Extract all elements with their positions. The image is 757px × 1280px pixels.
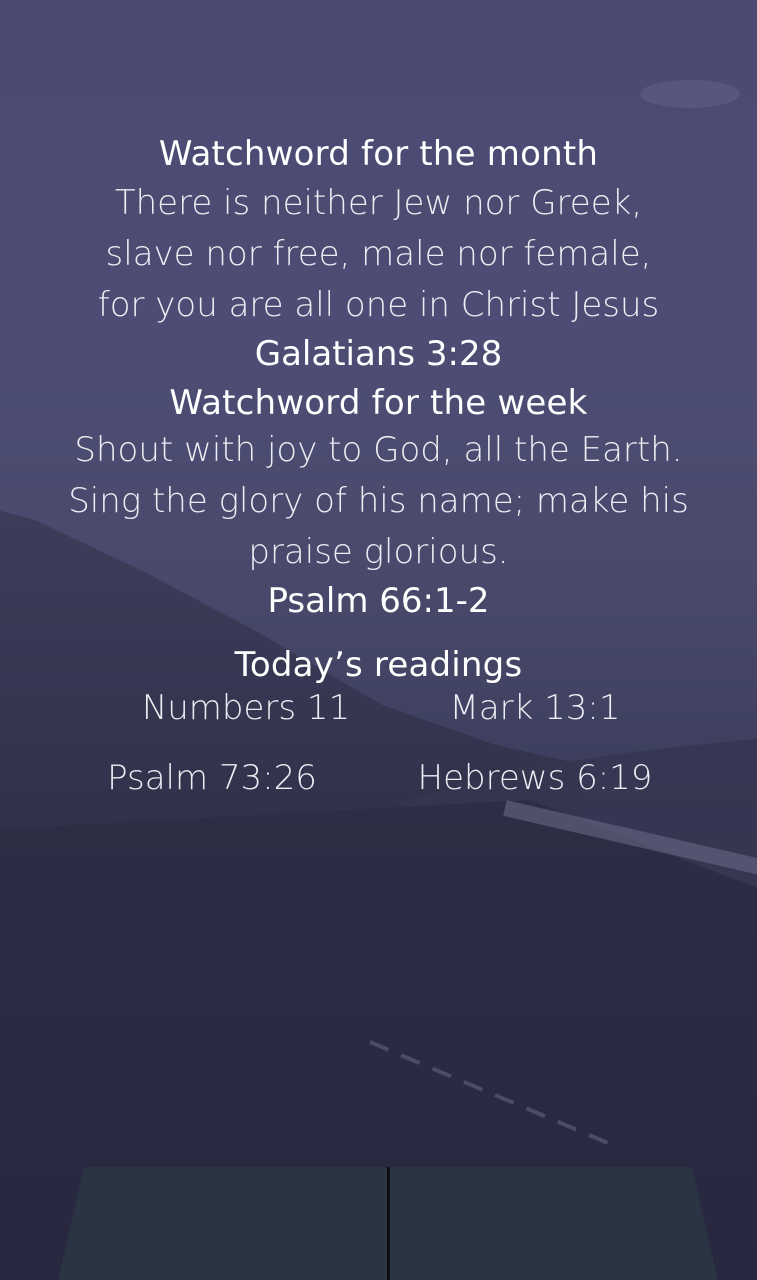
- week-verse: Shout with joy to God, all the Earth. Si…: [40, 425, 717, 578]
- cloud: [640, 80, 740, 108]
- bottom-right-button[interactable]: [389, 1167, 718, 1280]
- readings-heading: Today’s readings: [234, 645, 523, 685]
- reading-item[interactable]: Mark 13:1: [385, 688, 685, 728]
- month-heading: Watchword for the month: [158, 134, 599, 174]
- bottom-nav-bar: [58, 1167, 718, 1280]
- week-verse-line: Sing the glory of his name; make his: [68, 481, 689, 521]
- month-verse-line: There is neither Jew nor Greek,: [114, 183, 643, 223]
- week-verse-line: praise glorious.: [248, 532, 509, 572]
- week-heading: Watchword for the week: [169, 383, 588, 423]
- reading-item[interactable]: Psalm 73:26: [62, 758, 362, 798]
- month-reference[interactable]: Galatians 3:28: [0, 334, 757, 374]
- week-reference[interactable]: Psalm 66:1-2: [0, 581, 757, 621]
- month-verse-line: slave nor free, male nor female,: [105, 234, 652, 274]
- month-verse: There is neither Jew nor Greek, slave no…: [40, 178, 717, 331]
- reading-item[interactable]: Hebrews 6:19: [385, 758, 685, 798]
- month-verse-line: for you are all one in Christ Jesus: [97, 285, 660, 325]
- bottom-left-button[interactable]: [58, 1167, 387, 1280]
- week-verse-line: Shout with joy to God, all the Earth.: [74, 430, 683, 470]
- reading-item[interactable]: Numbers 11: [96, 688, 396, 728]
